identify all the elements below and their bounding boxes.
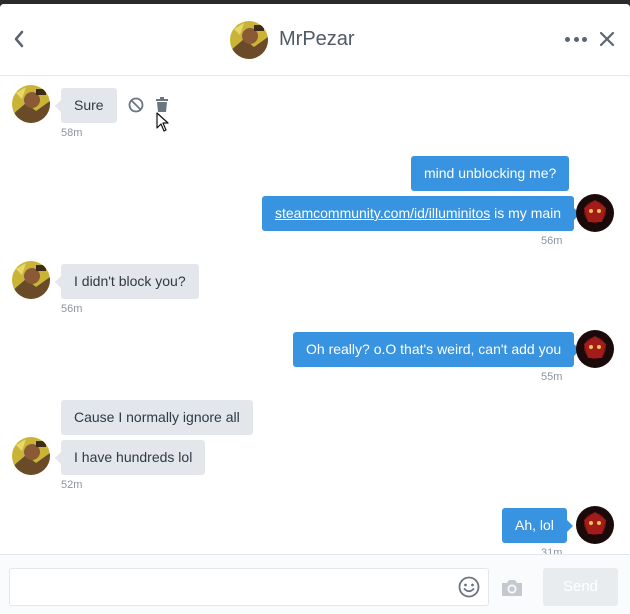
contact-avatar[interactable] [12, 85, 50, 123]
message-bubble-outgoing[interactable]: steamcommunity.com/id/illuminitos is my … [262, 196, 581, 231]
camera-icon[interactable] [500, 578, 524, 598]
chat-window: MrPezar Sure 58m mind unblocking me? ste… [0, 4, 630, 614]
message-timestamp: 58m [61, 127, 83, 139]
message-timestamp: 55m [541, 371, 563, 383]
contact-name: MrPezar [279, 28, 355, 50]
message-bubble-outgoing[interactable]: Ah, lol [502, 508, 573, 543]
chat-header: MrPezar [0, 4, 630, 76]
message-timestamp: 31m [541, 547, 563, 554]
more-options-button[interactable] [565, 34, 587, 44]
block-icon [128, 97, 144, 113]
mouse-cursor-icon [156, 112, 169, 132]
block-button[interactable] [128, 97, 144, 113]
close-button[interactable] [599, 31, 615, 47]
contact-avatar[interactable] [12, 437, 50, 475]
back-button[interactable] [8, 26, 30, 52]
message-bubble-incoming[interactable]: I have hundreds lol [54, 440, 206, 475]
self-avatar[interactable] [576, 330, 614, 368]
message-actions [128, 97, 170, 113]
contact-avatar[interactable] [230, 21, 268, 59]
self-avatar[interactable] [576, 194, 614, 232]
message-input[interactable] [9, 568, 489, 606]
self-avatar[interactable] [576, 506, 614, 544]
ellipsis-icon [582, 36, 587, 42]
contact-avatar[interactable] [12, 261, 50, 299]
message-timestamp: 56m [61, 303, 83, 315]
message-bubble-incoming[interactable]: Cause I normally ignore all [61, 400, 253, 435]
message-bubble-incoming[interactable]: I didn't block you? [55, 264, 199, 299]
profile-link[interactable]: steamcommunity.com/id/illuminitos [275, 205, 490, 221]
message-text: is my main [490, 205, 562, 221]
smiley-icon[interactable] [458, 576, 480, 598]
message-timestamp: 52m [61, 479, 83, 491]
message-list: Sure 58m mind unblocking me? steamcommun… [0, 76, 630, 554]
message-bubble-outgoing[interactable]: mind unblocking me? [411, 156, 570, 191]
ellipsis-icon [573, 36, 579, 42]
close-icon [599, 31, 615, 47]
message-bubble-incoming[interactable]: Sure [55, 88, 117, 123]
send-button[interactable]: Send [543, 568, 618, 606]
delete-button[interactable] [154, 97, 170, 113]
trash-icon [156, 97, 168, 112]
message-composer: Send [0, 554, 630, 614]
message-bubble-outgoing[interactable]: Oh really? o.O that's weird, can't add y… [293, 332, 581, 367]
message-timestamp: 56m [541, 235, 563, 247]
ellipsis-icon [565, 36, 570, 42]
chevron-left-icon [14, 30, 24, 48]
message-list-scrollbar[interactable] [626, 76, 630, 554]
